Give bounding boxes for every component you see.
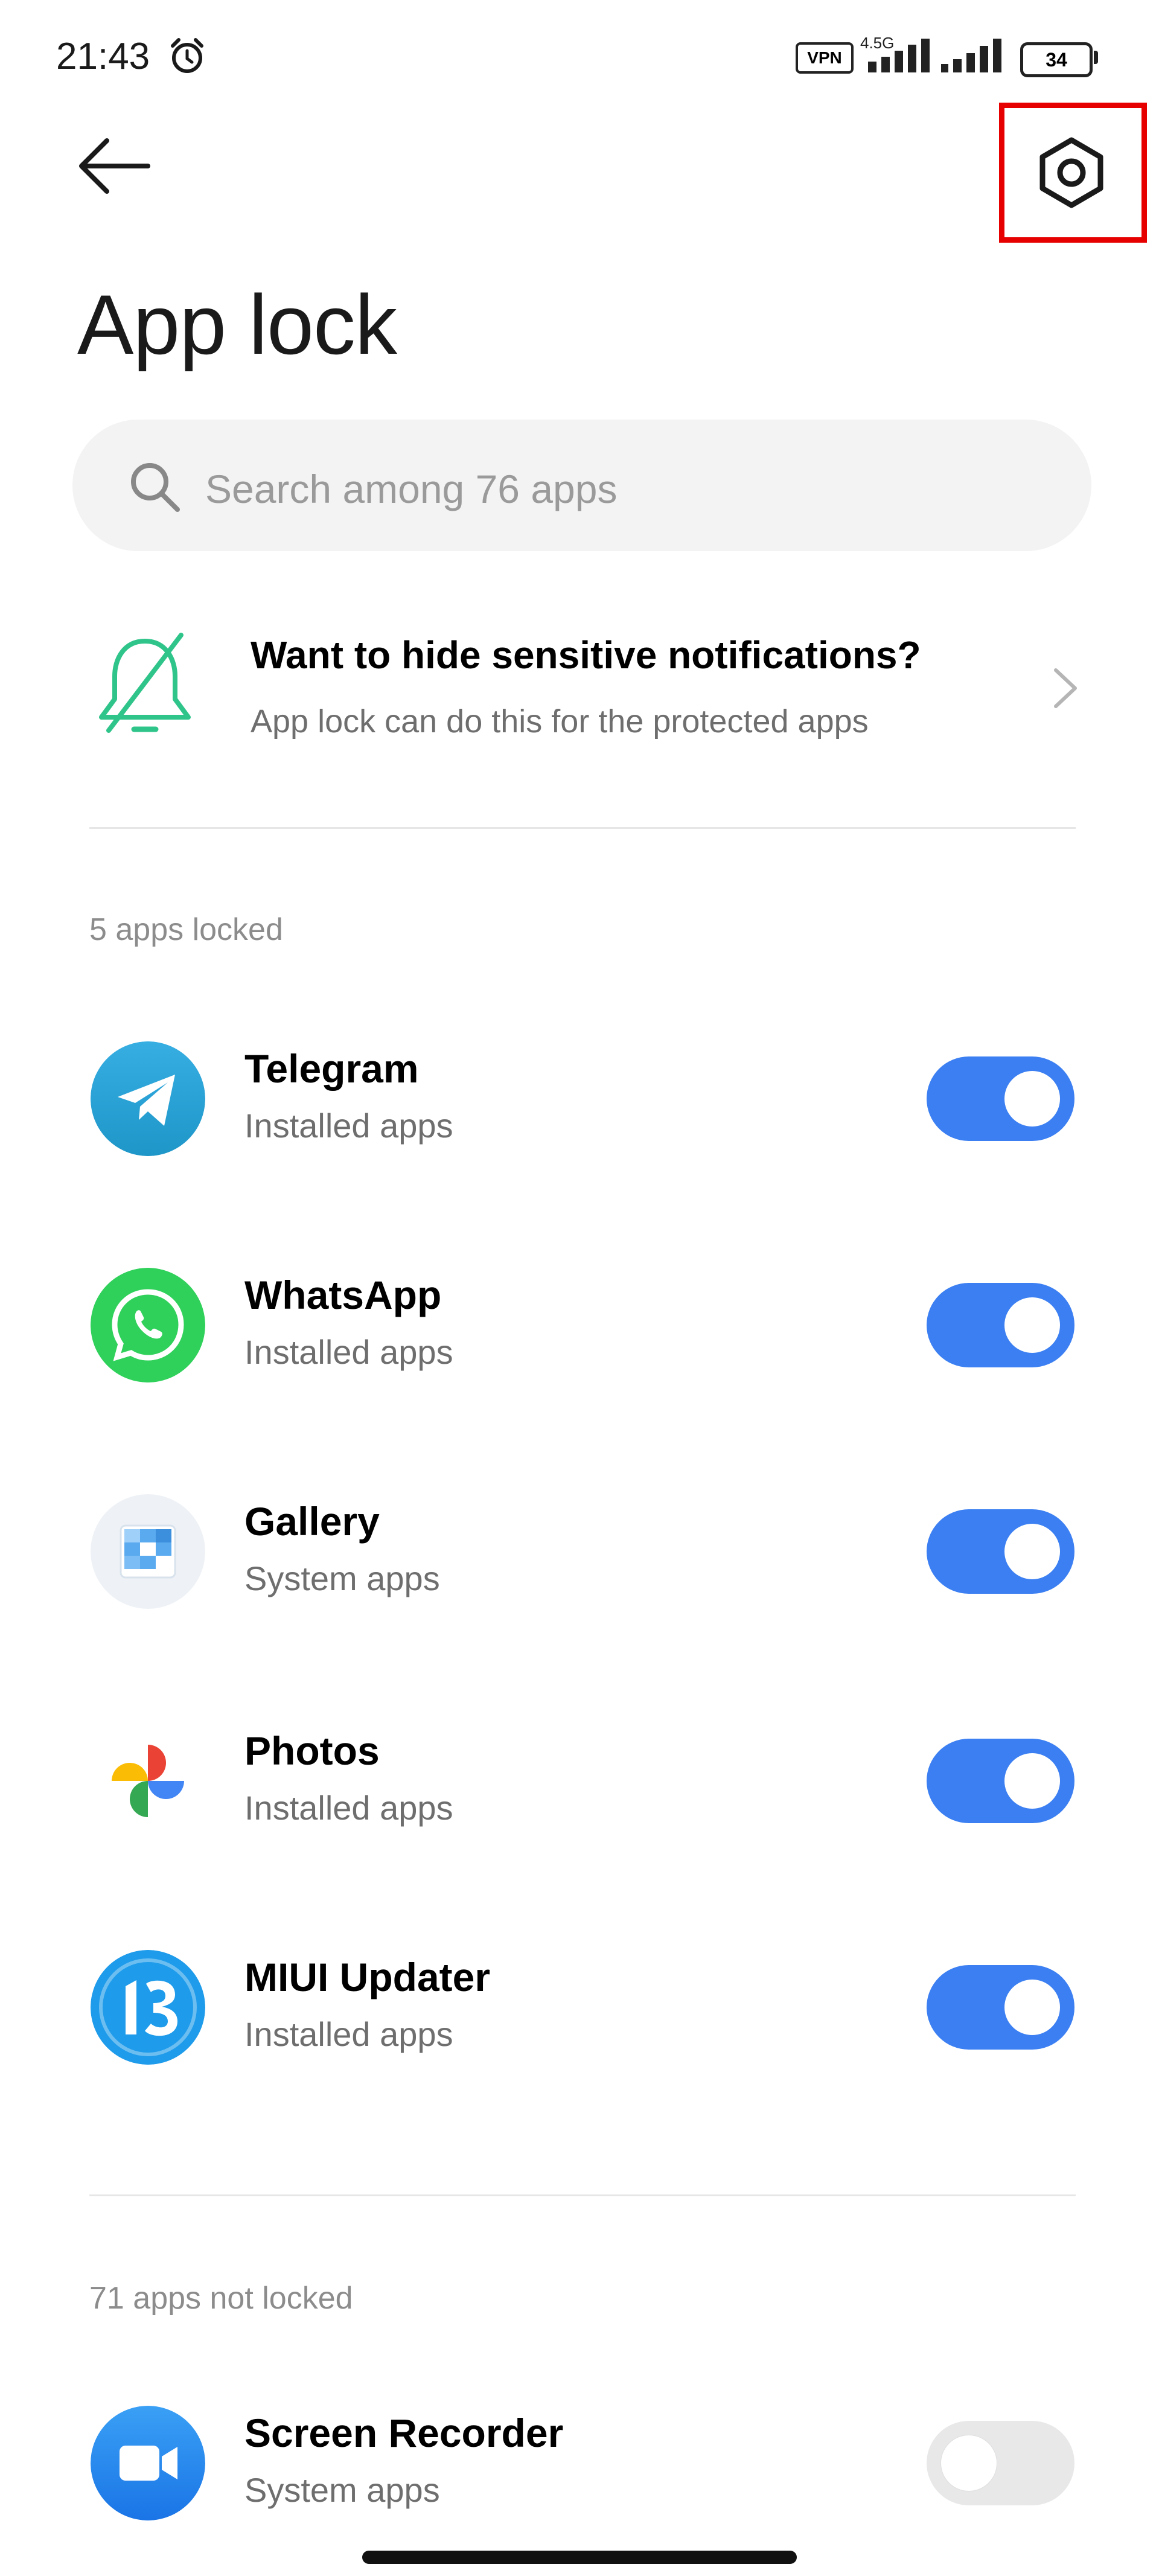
app-name: Gallery: [244, 1499, 380, 1544]
screen-recorder-icon: [91, 2406, 205, 2520]
app-type: Installed apps: [244, 1333, 453, 1371]
toggle-knob: [941, 2435, 997, 2491]
app-type: Installed apps: [244, 1107, 453, 1145]
section-label-unlocked: 71 apps not locked: [89, 2281, 353, 2316]
bell-off-icon: [99, 633, 191, 733]
app-type: Installed apps: [244, 2015, 453, 2053]
list-item[interactable]: Photos Installed apps: [0, 1708, 1159, 1938]
app-type: System apps: [244, 1559, 440, 1597]
vpn-badge: VPN: [796, 42, 854, 74]
lock-toggle[interactable]: [927, 1965, 1074, 2050]
list-item[interactable]: Gallery System apps: [0, 1479, 1159, 1708]
lock-toggle[interactable]: [927, 2421, 1074, 2505]
app-type: System apps: [244, 2471, 440, 2509]
back-arrow-icon[interactable]: [75, 133, 154, 199]
list-item[interactable]: MIUI Updater Installed apps: [0, 1935, 1159, 2164]
gallery-icon: [91, 1494, 205, 1609]
app-name: Screen Recorder: [244, 2411, 564, 2455]
signal-icon-2: [941, 39, 1001, 72]
list-item[interactable]: Screen Recorder System apps: [0, 2391, 1159, 2548]
miui-updater-icon: [91, 1950, 205, 2065]
battery-tip: [1094, 51, 1098, 64]
home-indicator[interactable]: [362, 2551, 797, 2564]
lock-toggle[interactable]: [927, 1509, 1074, 1594]
section-label-locked: 5 apps locked: [89, 912, 283, 947]
toggle-knob: [1004, 1524, 1060, 1579]
banner-title: Want to hide sensitive notifications?: [251, 633, 921, 677]
lock-toggle[interactable]: [927, 1283, 1074, 1367]
app-name: MIUI Updater: [244, 1955, 491, 1999]
toggle-knob: [1004, 1071, 1060, 1127]
divider: [89, 2194, 1076, 2196]
app-type: Installed apps: [244, 1789, 453, 1827]
divider: [89, 827, 1076, 829]
signal-icon-1: [868, 39, 930, 72]
app-name: WhatsApp: [244, 1273, 442, 1317]
gear-icon[interactable]: [1029, 133, 1114, 211]
photos-icon: [91, 1724, 205, 1838]
status-time: 21:43: [56, 36, 150, 77]
app-name: Photos: [244, 1728, 380, 1773]
search-icon: [131, 463, 180, 512]
chevron-right-icon: [1054, 668, 1077, 708]
alarm-icon: [171, 38, 203, 73]
toggle-knob: [1004, 1753, 1060, 1809]
battery-indicator: 34: [1020, 42, 1093, 77]
lock-toggle[interactable]: [927, 1056, 1074, 1141]
app-name: Telegram: [244, 1046, 419, 1091]
whatsapp-icon: [91, 1268, 205, 1382]
search-placeholder: Search among 76 apps: [205, 467, 618, 511]
list-item[interactable]: WhatsApp Installed apps: [0, 1253, 1159, 1482]
page-title: App lock: [77, 277, 397, 372]
toggle-knob: [1004, 1980, 1060, 2035]
telegram-icon: [91, 1041, 205, 1156]
toggle-knob: [1004, 1297, 1060, 1353]
banner-subtitle: App lock can do this for the protected a…: [251, 703, 869, 740]
list-item[interactable]: Telegram Installed apps: [0, 1026, 1159, 1256]
lock-toggle[interactable]: [927, 1739, 1074, 1823]
